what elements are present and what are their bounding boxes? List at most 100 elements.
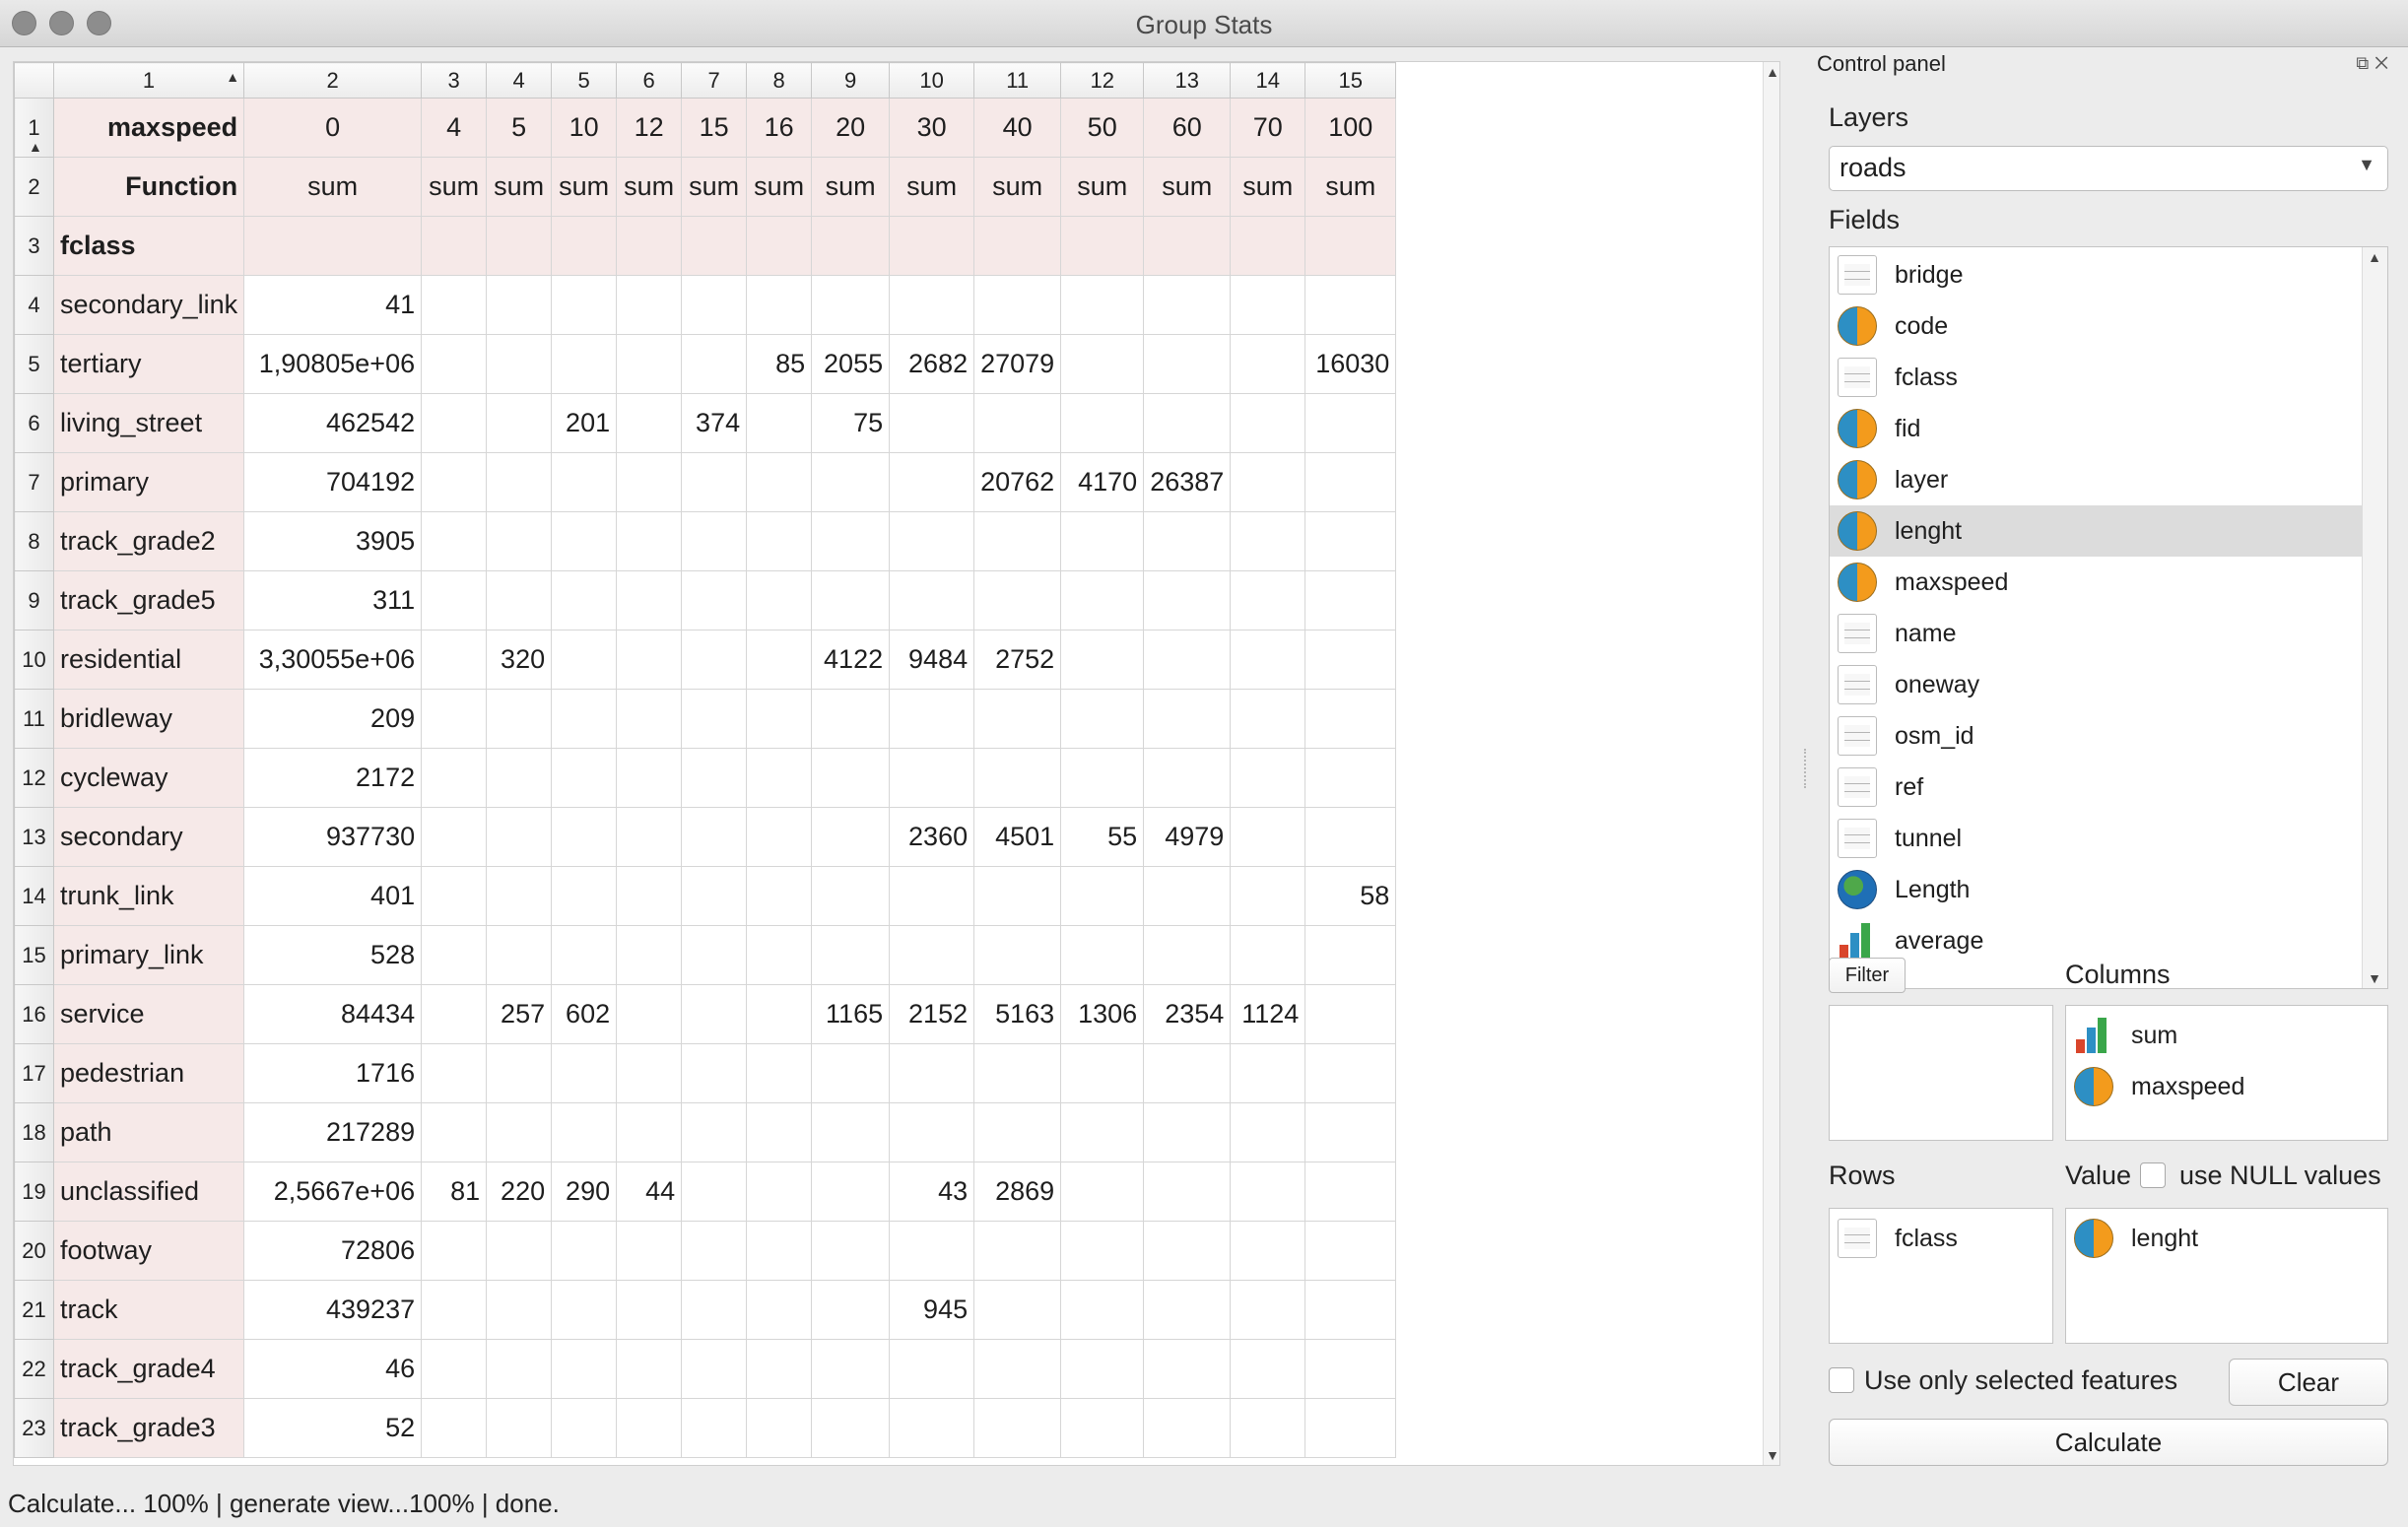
table-cell[interactable] <box>889 570 975 631</box>
table-cell[interactable] <box>973 1221 1062 1281</box>
field-list-item[interactable]: maxspeed <box>2066 1061 2387 1112</box>
table-cell[interactable] <box>1230 393 1306 453</box>
table-cell[interactable] <box>551 511 618 571</box>
field-list-item[interactable]: layer <box>1830 454 2362 505</box>
row-header[interactable]: 7 <box>14 452 54 512</box>
field-list-item[interactable]: fclass <box>1830 1213 2052 1264</box>
row-header[interactable]: 16 <box>14 984 54 1044</box>
table-cell[interactable] <box>486 570 553 631</box>
table-cell[interactable] <box>889 689 975 749</box>
table-cell[interactable]: 257 <box>486 984 553 1044</box>
field-list-item[interactable]: sum <box>2066 1010 2387 1061</box>
table-cell[interactable] <box>681 1221 748 1281</box>
table-cell[interactable] <box>1230 807 1306 867</box>
table-cell[interactable] <box>1304 630 1397 690</box>
column-header[interactable]: 12 <box>1060 62 1145 99</box>
table-cell[interactable] <box>616 216 683 276</box>
table-cell[interactable] <box>1304 1221 1397 1281</box>
table-cell[interactable]: sum <box>681 157 748 217</box>
table-cell[interactable] <box>421 807 488 867</box>
table-cell[interactable] <box>1143 1043 1232 1103</box>
table-cell[interactable]: sum <box>486 157 553 217</box>
row-label-cell[interactable]: track_grade5 <box>52 570 245 631</box>
table-cell[interactable] <box>811 1339 891 1399</box>
table-cell[interactable]: 46 <box>243 1339 423 1399</box>
table-cell[interactable] <box>421 511 488 571</box>
table-cell[interactable]: 4979 <box>1143 807 1232 867</box>
table-cell[interactable] <box>1060 1043 1145 1103</box>
field-list-item[interactable]: name <box>1830 608 2362 659</box>
table-cell[interactable]: sum <box>1060 157 1145 217</box>
table-cell[interactable] <box>616 925 683 985</box>
table-cell[interactable]: 311 <box>243 570 423 631</box>
table-cell[interactable] <box>1304 984 1397 1044</box>
row-label-cell[interactable]: track <box>52 1280 245 1340</box>
table-cell[interactable] <box>681 1398 748 1458</box>
table-cell[interactable] <box>1060 866 1145 926</box>
table-cell[interactable] <box>616 452 683 512</box>
table-cell[interactable] <box>421 1221 488 1281</box>
table-cell[interactable] <box>746 1102 813 1162</box>
table-cell[interactable] <box>746 511 813 571</box>
table-cell[interactable] <box>889 393 975 453</box>
table-cell[interactable]: 704192 <box>243 452 423 512</box>
table-cell[interactable] <box>681 334 748 394</box>
table-cell[interactable] <box>616 1102 683 1162</box>
table-cell[interactable] <box>681 275 748 335</box>
table-cell[interactable] <box>889 748 975 808</box>
table-cell[interactable] <box>1304 1280 1397 1340</box>
table-cell[interactable] <box>1304 1102 1397 1162</box>
row-header[interactable]: 4 <box>14 275 54 335</box>
table-cell[interactable]: 27079 <box>973 334 1062 394</box>
table-cell[interactable]: 81 <box>421 1162 488 1222</box>
table-cell[interactable] <box>681 984 748 1044</box>
table-cell[interactable] <box>746 1398 813 1458</box>
table-cell[interactable]: 5 <box>486 98 553 158</box>
table-cell[interactable]: sum <box>973 157 1062 217</box>
table-cell[interactable] <box>973 1280 1062 1340</box>
table-cell[interactable] <box>681 748 748 808</box>
row-header[interactable]: 2 <box>14 157 54 217</box>
clear-button[interactable]: Clear <box>2229 1359 2388 1406</box>
table-cell[interactable]: 70 <box>1230 98 1306 158</box>
table-cell[interactable] <box>889 866 975 926</box>
table-cell[interactable]: 462542 <box>243 393 423 453</box>
table-cell[interactable] <box>421 1339 488 1399</box>
table-corner[interactable] <box>14 62 54 99</box>
table-cell[interactable] <box>1230 1162 1306 1222</box>
table-cell[interactable] <box>1304 1162 1397 1222</box>
table-cell[interactable] <box>1060 630 1145 690</box>
table-cell[interactable] <box>1060 334 1145 394</box>
table-cell[interactable] <box>616 1339 683 1399</box>
table-cell[interactable] <box>811 275 891 335</box>
field-list-item[interactable]: bridge <box>1830 249 2362 300</box>
table-cell[interactable] <box>811 570 891 631</box>
table-cell[interactable] <box>746 807 813 867</box>
table-cell[interactable] <box>681 1162 748 1222</box>
table-cell[interactable] <box>421 1102 488 1162</box>
table-cell[interactable] <box>1060 1102 1145 1162</box>
table-cell[interactable] <box>1230 630 1306 690</box>
table-cell[interactable] <box>421 1398 488 1458</box>
panel-float-close-icons[interactable]: ⧉✕ <box>2356 53 2394 74</box>
table-cell[interactable] <box>486 1221 553 1281</box>
table-cell[interactable] <box>746 1043 813 1103</box>
row-label-cell[interactable]: pedestrian <box>52 1043 245 1103</box>
table-cell[interactable] <box>1060 216 1145 276</box>
row-header[interactable]: 17 <box>14 1043 54 1103</box>
field-list-item[interactable]: lenght <box>2066 1213 2387 1264</box>
table-cell[interactable] <box>551 452 618 512</box>
table-cell[interactable]: 4 <box>421 98 488 158</box>
table-cell[interactable] <box>1230 1221 1306 1281</box>
use-null-values-checkbox[interactable] <box>2140 1162 2166 1188</box>
table-cell[interactable]: 30 <box>889 98 975 158</box>
table-cell[interactable] <box>811 689 891 749</box>
table-cell[interactable] <box>1060 1339 1145 1399</box>
table-cell[interactable]: 2354 <box>1143 984 1232 1044</box>
table-cell[interactable]: 3,30055e+06 <box>243 630 423 690</box>
table-cell[interactable] <box>1060 1221 1145 1281</box>
field-list-item[interactable]: Length <box>1830 864 2362 915</box>
column-header[interactable]: 8 <box>746 62 813 99</box>
table-cell[interactable] <box>421 334 488 394</box>
table-cell[interactable] <box>889 216 975 276</box>
